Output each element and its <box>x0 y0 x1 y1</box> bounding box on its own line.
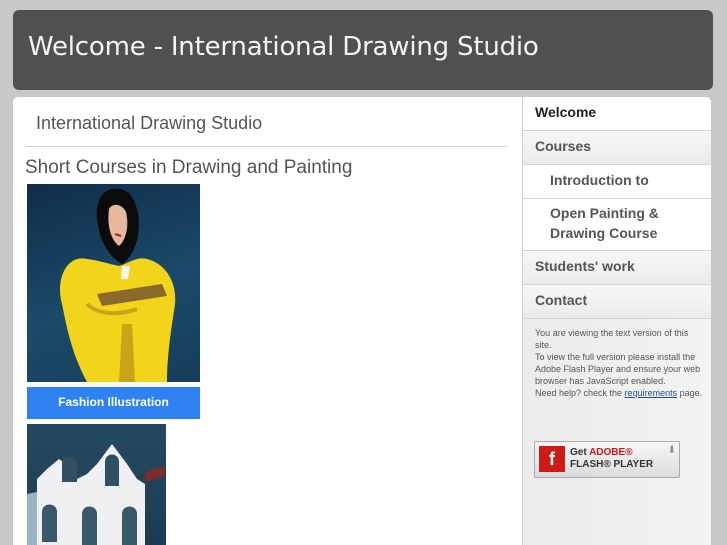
site-title: International Drawing Studio <box>36 113 263 133</box>
notice-prefix: Need help? check the <box>535 388 625 398</box>
page-container: International Drawing Studio Short Cours… <box>13 97 711 545</box>
adobe-registered-mark: ® <box>625 447 633 458</box>
nav-item-introduction[interactable]: Introduction to <box>523 165 711 199</box>
section-heading: Short Courses in Drawing and Painting <box>25 157 353 178</box>
flash-notice: You are viewing the text version of this… <box>535 327 705 399</box>
page-title: Welcome - International Drawing Studio <box>28 32 539 62</box>
notice-line-1: You are viewing the text version of this… <box>535 328 689 350</box>
flash-badge-line-2: FLASH® PLAYER <box>570 459 654 470</box>
site-header: Welcome - International Drawing Studio <box>13 10 713 90</box>
nav-item-welcome[interactable]: Welcome <box>523 97 711 131</box>
image-caption[interactable]: Fashion Illustration <box>27 387 200 419</box>
nav-item-students-work[interactable]: Students' work <box>523 251 711 285</box>
fashion-figure-artwork <box>59 188 176 382</box>
requirements-link[interactable]: requirements <box>625 388 678 398</box>
adobe-brand-text: ADOBE <box>589 447 626 458</box>
nav-item-contact[interactable]: Contact <box>523 285 711 319</box>
download-arrow-icon: ⬇ <box>667 445 676 456</box>
nav-item-open-painting[interactable]: Open Painting & Drawing Course <box>523 199 711 251</box>
notice-suffix: page. <box>677 388 703 398</box>
main-content: International Drawing Studio Short Cours… <box>13 97 522 545</box>
divider <box>26 146 507 147</box>
church-painting-artwork <box>27 444 165 545</box>
notice-line-3: Need help? check the requirements page. <box>535 387 705 399</box>
flash-get-text: Get <box>570 447 590 458</box>
fashion-illustration-image[interactable] <box>27 184 200 382</box>
get-flash-player-button[interactable]: f Get ADOBE® FLASH® PLAYER ⬇ <box>534 441 680 478</box>
sidebar: Welcome Courses Introduction to Open Pai… <box>522 97 711 545</box>
church-painting-image[interactable] <box>27 424 166 545</box>
nav-item-courses[interactable]: Courses <box>523 131 711 165</box>
flash-badge-line-1: Get ADOBE® <box>570 447 633 458</box>
flash-logo-icon: f <box>539 446 565 472</box>
notice-line-2: To view the full version please install … <box>535 352 701 386</box>
